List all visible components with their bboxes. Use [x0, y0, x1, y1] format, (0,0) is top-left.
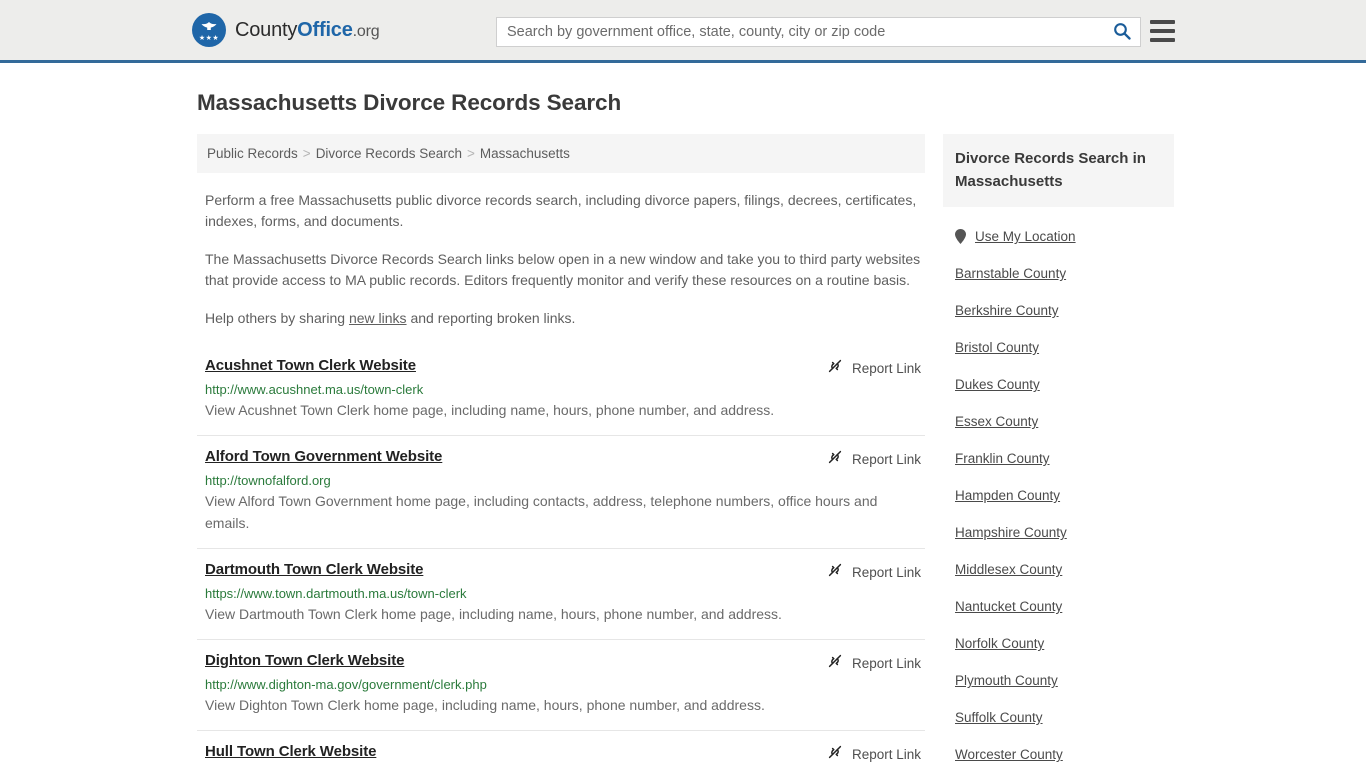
- logo-text-office: Office: [297, 18, 353, 41]
- list-item: Dighton Town Clerk Website Report Link h…: [197, 639, 925, 730]
- sidebar-item-suffolk-county[interactable]: Suffolk County: [955, 710, 1174, 725]
- breadcrumb-item-public-records[interactable]: Public Records: [207, 146, 298, 161]
- sidebar-links: Use My Location Barnstable County Berksh…: [943, 229, 1174, 762]
- main-column: Public Records > Divorce Records Search > Ma…: [197, 134, 925, 768]
- site-header: ★★★ CountyOffice.org: [0, 0, 1366, 63]
- sidebar-item-bristol-county[interactable]: Bristol County: [955, 340, 1174, 355]
- sidebar-item-hampshire-county[interactable]: Hampshire County: [955, 525, 1174, 540]
- report-link-label: Report Link: [851, 565, 921, 580]
- resource-link-list: Acushnet Town Clerk Website Report Link …: [197, 351, 925, 768]
- logo-text-county: County: [235, 18, 298, 41]
- use-my-location-button[interactable]: Use My Location: [955, 229, 1174, 244]
- search-bar: [496, 17, 1141, 47]
- list-item: Acushnet Town Clerk Website Report Link …: [197, 351, 925, 435]
- breadcrumb-item-massachusetts: Massachusetts: [479, 146, 570, 161]
- sidebar-item-dukes-county[interactable]: Dukes County: [955, 377, 1174, 392]
- page-container: Massachusetts Divorce Records Search Pub…: [0, 90, 1366, 768]
- sidebar-item-berkshire-county[interactable]: Berkshire County: [955, 303, 1174, 318]
- resource-description: View Acushnet Town Clerk home page, incl…: [205, 402, 775, 418]
- resource-title-link[interactable]: Dartmouth Town Clerk Website: [205, 561, 423, 578]
- hamburger-menu-button[interactable]: [1150, 20, 1175, 42]
- report-link-label: Report Link: [851, 452, 921, 467]
- hamburger-bar-1: [1150, 20, 1175, 24]
- sidebar-item-plymouth-county[interactable]: Plymouth County: [955, 673, 1174, 688]
- breadcrumb: Public Records > Divorce Records Search > Ma…: [197, 134, 925, 173]
- resource-title-link[interactable]: Alford Town Government Website: [205, 448, 442, 465]
- sidebar-item-middlesex-county[interactable]: Middlesex County: [955, 562, 1174, 577]
- three-stars-icon: ★★★: [198, 35, 220, 42]
- search-input[interactable]: [497, 18, 1104, 46]
- resource-url: http://townofalford.org: [205, 473, 331, 488]
- sidebar-item-barnstable-county[interactable]: Barnstable County: [955, 266, 1174, 281]
- report-link-button[interactable]: Report Link: [827, 449, 921, 470]
- list-item: Alford Town Government Website Report Li…: [197, 435, 925, 548]
- search-button[interactable]: [1104, 18, 1140, 46]
- intro-paragraph-1: Perform a free Massachusetts public divo…: [205, 192, 917, 229]
- resource-description: View Dighton Town Clerk home page, inclu…: [205, 697, 765, 713]
- county-office-seal-icon: ★★★: [192, 13, 226, 47]
- broken-link-icon: [827, 449, 843, 470]
- page-title: Massachusetts Divorce Records Search: [197, 90, 622, 115]
- list-item: Dartmouth Town Clerk Website Report Link…: [197, 548, 925, 639]
- resource-description: View Alford Town Government home page, i…: [205, 493, 878, 531]
- hamburger-bar-2: [1150, 29, 1175, 33]
- resource-title-link[interactable]: Dighton Town Clerk Website: [205, 652, 404, 669]
- broken-link-icon: [827, 562, 843, 583]
- intro-share-suffix: and reporting broken links.: [406, 310, 576, 326]
- intro-share-prefix: Help others by sharing: [205, 310, 349, 326]
- report-link-button[interactable]: Report Link: [827, 358, 921, 379]
- sidebar-item-nantucket-county[interactable]: Nantucket County: [955, 599, 1174, 614]
- site-logo-text: CountyOffice.org: [235, 18, 380, 42]
- sidebar: Divorce Records Search in Massachusetts …: [943, 134, 1174, 768]
- broken-link-icon: [827, 358, 843, 379]
- breadcrumb-item-divorce-records-search[interactable]: Divorce Records Search: [316, 146, 462, 161]
- sidebar-item-franklin-county[interactable]: Franklin County: [955, 451, 1174, 466]
- resource-title-link[interactable]: Acushnet Town Clerk Website: [205, 357, 416, 374]
- resource-url: http://www.dighton-ma.gov/government/cle…: [205, 677, 487, 692]
- broken-link-icon: [827, 744, 843, 765]
- sidebar-item-norfolk-county[interactable]: Norfolk County: [955, 636, 1174, 651]
- broken-link-icon: [827, 653, 843, 674]
- map-pin-icon: [955, 229, 966, 244]
- report-link-label: Report Link: [851, 656, 921, 671]
- report-link-button[interactable]: Report Link: [827, 562, 921, 583]
- resource-description: View Dartmouth Town Clerk home page, inc…: [205, 606, 782, 622]
- sidebar-item-worcester-county[interactable]: Worcester County: [955, 747, 1174, 762]
- sidebar-item-hampden-county[interactable]: Hampden County: [955, 488, 1174, 503]
- intro-text: Perform a free Massachusetts public divo…: [197, 190, 925, 329]
- resource-url: http://www.acushnet.ma.us/town-clerk: [205, 382, 424, 397]
- sidebar-item-essex-county[interactable]: Essex County: [955, 414, 1174, 429]
- search-icon: [1113, 22, 1131, 43]
- new-links-link[interactable]: new links: [349, 310, 407, 326]
- intro-paragraph-2: The Massachusetts Divorce Records Search…: [205, 251, 921, 288]
- breadcrumb-separator-2: >: [467, 146, 475, 161]
- hamburger-bar-3: [1150, 38, 1175, 42]
- intro-paragraph-3: Help others by sharing new links and rep…: [205, 308, 921, 329]
- breadcrumb-separator-1: >: [302, 146, 311, 161]
- content-columns: Public Records > Divorce Records Search > Ma…: [197, 134, 1174, 768]
- logo-text-dotorg: .org: [352, 22, 380, 40]
- report-link-label: Report Link: [851, 747, 921, 762]
- resource-url: https://www.town.dartmouth.ma.us/town-cl…: [205, 586, 467, 601]
- sidebar-heading: Divorce Records Search in Massachusetts: [943, 134, 1174, 207]
- site-logo[interactable]: ★★★ CountyOffice.org: [192, 13, 380, 47]
- report-link-label: Report Link: [851, 361, 921, 376]
- resource-title-link[interactable]: Hull Town Clerk Website: [205, 743, 376, 760]
- eagle-icon: [200, 21, 218, 35]
- list-item: Hull Town Clerk Website Report Link: [197, 730, 925, 768]
- report-link-button[interactable]: Report Link: [827, 653, 921, 674]
- report-link-button[interactable]: Report Link: [827, 744, 921, 765]
- use-my-location-label: Use My Location: [975, 229, 1076, 244]
